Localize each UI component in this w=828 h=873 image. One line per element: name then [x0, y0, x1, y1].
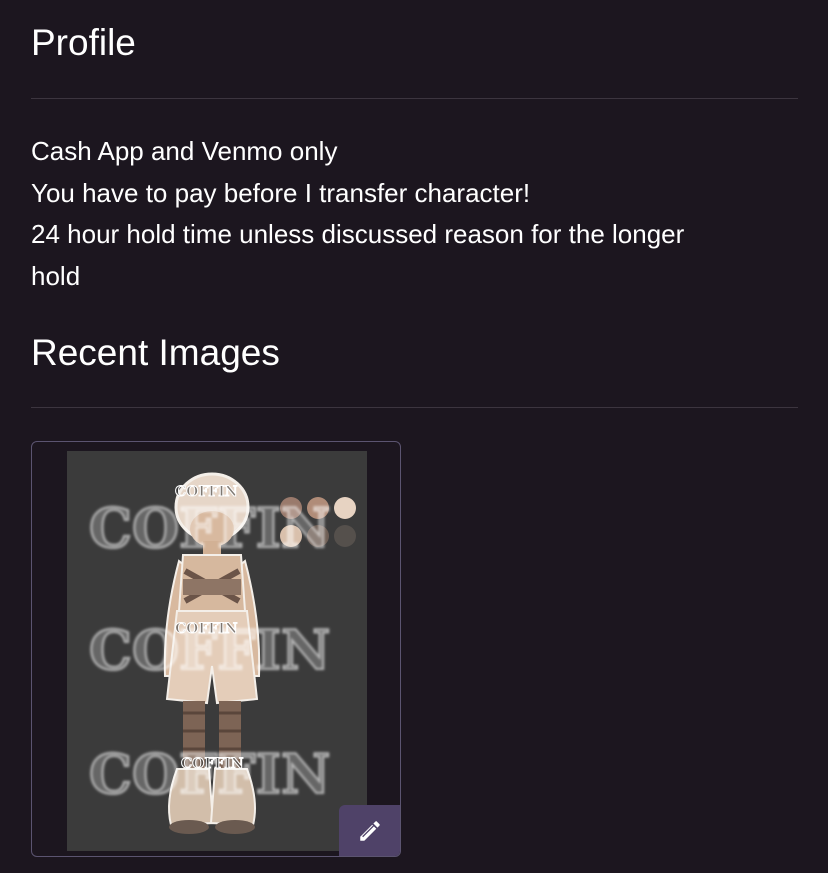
edit-image-button[interactable]: [339, 805, 400, 856]
recent-images-heading: Recent Images: [31, 332, 280, 373]
recent-image-card[interactable]: COFFIN COFFIN COFFIN COFFIN COFFIN COFFI…: [31, 441, 401, 857]
profile-description: Cash App and Venmo only You have to pay …: [31, 131, 798, 297]
section-divider: [31, 98, 798, 99]
profile-line: You have to pay before I transfer charac…: [31, 177, 531, 208]
watermark-text: COFFIN: [175, 621, 238, 637]
section-divider: [31, 407, 798, 408]
watermark-text: COFFIN: [89, 742, 330, 806]
watermark-text: COFFIN: [181, 756, 244, 772]
profile-heading: Profile: [31, 22, 136, 63]
profile-line: Cash App and Venmo only: [31, 136, 338, 166]
profile-line: 24 hour hold time unless discussed reaso…: [31, 219, 685, 249]
watermark-text: COFFIN: [175, 484, 238, 500]
pencil-icon: [360, 821, 380, 841]
character-thumbnail[interactable]: COFFIN COFFIN COFFIN COFFIN COFFIN COFFI…: [67, 451, 367, 851]
profile-line: hold: [31, 260, 81, 291]
palette-swatch: [334, 497, 356, 519]
watermark-text: COFFIN: [89, 496, 330, 560]
palette-swatch: [334, 525, 356, 547]
